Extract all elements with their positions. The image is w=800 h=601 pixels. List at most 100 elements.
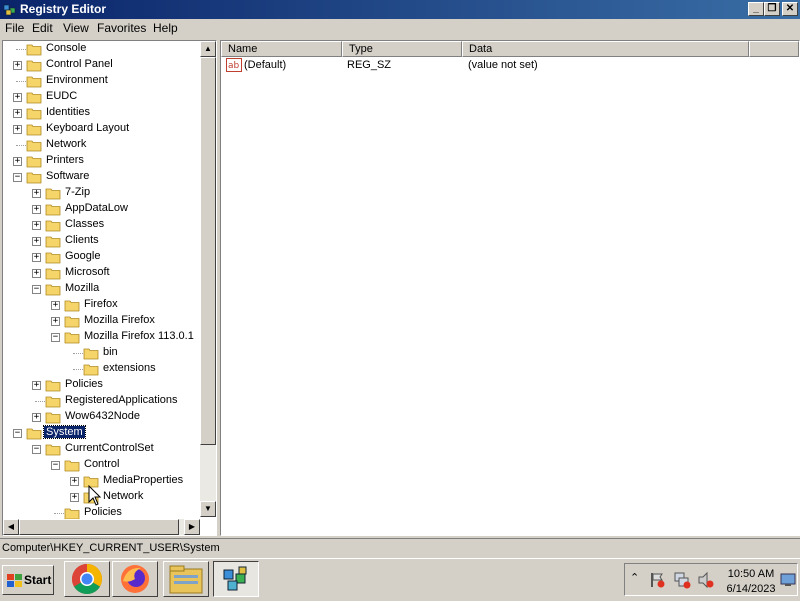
collapse-icon[interactable]: − xyxy=(51,461,60,470)
tree-item-label[interactable]: Printers xyxy=(44,154,86,166)
menu-favorites[interactable]: Favorites xyxy=(97,21,146,35)
tree-item[interactable]: − CurrentControlSet xyxy=(3,441,200,457)
scroll-up-button[interactable]: ▲ xyxy=(200,41,216,57)
registry-tree[interactable]: Console + Control Panel Environment + EUDC + Id… xyxy=(2,40,217,536)
tree-item-label[interactable]: AppDataLow xyxy=(63,202,130,214)
tree-item-label[interactable]: Keyboard Layout xyxy=(44,122,131,134)
expand-icon[interactable]: + xyxy=(13,157,22,166)
tree-item[interactable]: + Clients xyxy=(3,233,200,249)
tree-item-label[interactable]: 7-Zip xyxy=(63,186,92,198)
expand-icon[interactable]: + xyxy=(32,269,41,278)
tree-item-label[interactable]: Wow6432Node xyxy=(63,410,142,422)
tree-item[interactable]: + EUDC xyxy=(3,89,200,105)
tree-item-label[interactable]: System xyxy=(43,425,86,439)
tree-item[interactable]: − Mozilla xyxy=(3,281,200,297)
taskbar-firefox[interactable] xyxy=(112,561,158,597)
expand-icon[interactable]: + xyxy=(32,205,41,214)
expand-icon[interactable]: + xyxy=(32,189,41,198)
expand-icon[interactable]: + xyxy=(13,109,22,118)
expand-icon[interactable]: + xyxy=(13,61,22,70)
expand-icon[interactable]: + xyxy=(51,317,60,326)
expand-icon[interactable]: + xyxy=(32,381,41,390)
tree-item[interactable]: + Policies xyxy=(3,377,200,393)
start-button[interactable]: Start xyxy=(2,565,54,595)
expand-icon[interactable]: + xyxy=(32,253,41,262)
tree-item[interactable]: − Mozilla Firefox 113.0.1 xyxy=(3,329,200,345)
tree-item[interactable]: + AppDataLow xyxy=(3,201,200,217)
tree-item-label[interactable]: Network xyxy=(101,490,145,502)
tree-item[interactable]: bin xyxy=(3,345,200,361)
expand-icon[interactable]: + xyxy=(32,237,41,246)
tree-item[interactable]: − System xyxy=(3,425,200,441)
tree-item[interactable]: − Software xyxy=(3,169,200,185)
clock[interactable]: 10:50 AM 6/14/2023 xyxy=(721,567,781,597)
tree-item-label[interactable]: MediaProperties xyxy=(101,474,185,486)
tree-item-label[interactable]: Microsoft xyxy=(63,266,112,278)
show-hidden-icons-icon[interactable]: ⌃ xyxy=(630,571,639,584)
menu-edit[interactable]: Edit xyxy=(32,21,53,35)
menu-file[interactable]: File xyxy=(5,21,24,35)
tree-item[interactable]: extensions xyxy=(3,361,200,377)
expand-icon[interactable]: + xyxy=(32,413,41,422)
tree-item-label[interactable]: CurrentControlSet xyxy=(63,442,156,454)
tree-item[interactable]: + Control Panel xyxy=(3,57,200,73)
scroll-down-button[interactable]: ▼ xyxy=(200,501,216,517)
close-button[interactable]: ✕ xyxy=(782,2,798,16)
tree-item-label[interactable]: Environment xyxy=(44,74,110,86)
expand-icon[interactable]: + xyxy=(13,93,22,102)
expand-icon[interactable]: + xyxy=(51,301,60,310)
tree-item[interactable]: + Firefox xyxy=(3,297,200,313)
tree-item[interactable]: Network xyxy=(3,137,200,153)
action-center-flag-icon[interactable] xyxy=(649,572,665,588)
tree-item-label[interactable]: Classes xyxy=(63,218,106,230)
scroll-left-button[interactable]: ◀ xyxy=(3,519,19,535)
tree-item[interactable]: − Control xyxy=(3,457,200,473)
tree-item[interactable]: +7-Zip xyxy=(3,185,200,201)
tree-item-label[interactable]: extensions xyxy=(101,362,158,374)
collapse-icon[interactable]: − xyxy=(32,285,41,294)
tree-item-label[interactable]: Clients xyxy=(63,234,101,246)
restore-button[interactable]: ❐ xyxy=(764,2,780,16)
taskbar-explorer[interactable] xyxy=(163,561,209,597)
tree-item-label[interactable]: Software xyxy=(44,170,91,182)
collapse-icon[interactable]: − xyxy=(32,445,41,454)
tree-item-label[interactable]: Network xyxy=(44,138,88,150)
tree-item[interactable]: + Keyboard Layout xyxy=(3,121,200,137)
tree-item-label[interactable]: EUDC xyxy=(44,90,79,102)
expand-icon[interactable]: + xyxy=(32,221,41,230)
tree-item-label[interactable]: RegisteredApplications xyxy=(63,394,180,406)
network-icon[interactable] xyxy=(673,571,691,589)
expand-icon[interactable]: + xyxy=(13,125,22,134)
tree-item-label[interactable]: Firefox xyxy=(82,298,120,310)
tree-item[interactable]: + Classes xyxy=(3,217,200,233)
tree-item-label[interactable]: Mozilla Firefox 113.0.1 xyxy=(82,330,196,342)
value-row[interactable]: ab (Default) REG_SZ (value not set) xyxy=(221,41,799,77)
scroll-thumb[interactable] xyxy=(200,57,216,445)
tree-item-label[interactable]: Console xyxy=(44,42,88,54)
values-list[interactable]: Name Type Data ab (Default) REG_SZ (valu… xyxy=(220,40,800,536)
volume-muted-icon[interactable] xyxy=(697,571,715,589)
tree-horizontal-scrollbar[interactable]: ◀ ▶ xyxy=(3,519,200,535)
show-desktop-icon[interactable] xyxy=(780,573,796,587)
hscroll-thumb[interactable] xyxy=(19,519,179,535)
taskbar-chrome[interactable] xyxy=(64,561,110,597)
tree-item-label[interactable]: Mozilla xyxy=(63,282,101,294)
collapse-icon[interactable]: − xyxy=(13,429,22,438)
tree-item[interactable]: + Google xyxy=(3,249,200,265)
tree-item[interactable]: + Mozilla Firefox xyxy=(3,313,200,329)
tree-item[interactable]: RegisteredApplications xyxy=(3,393,200,409)
tree-item-label[interactable]: Control Panel xyxy=(44,58,115,70)
tree-item[interactable]: + Identities xyxy=(3,105,200,121)
tree-item-label[interactable]: Identities xyxy=(44,106,92,118)
menu-help[interactable]: Help xyxy=(153,21,178,35)
collapse-icon[interactable]: − xyxy=(13,173,22,182)
tree-item[interactable]: + Microsoft xyxy=(3,265,200,281)
tree-item[interactable]: Environment xyxy=(3,73,200,89)
tree-item[interactable]: + Wow6432Node xyxy=(3,409,200,425)
tree-vertical-scrollbar[interactable]: ▲ ▼ xyxy=(200,41,216,517)
collapse-icon[interactable]: − xyxy=(51,333,60,342)
expand-icon[interactable]: + xyxy=(70,493,79,502)
tree-item-label[interactable]: Control xyxy=(82,458,121,470)
minimize-button[interactable]: _ xyxy=(748,2,764,16)
tree-item[interactable]: + Printers xyxy=(3,153,200,169)
